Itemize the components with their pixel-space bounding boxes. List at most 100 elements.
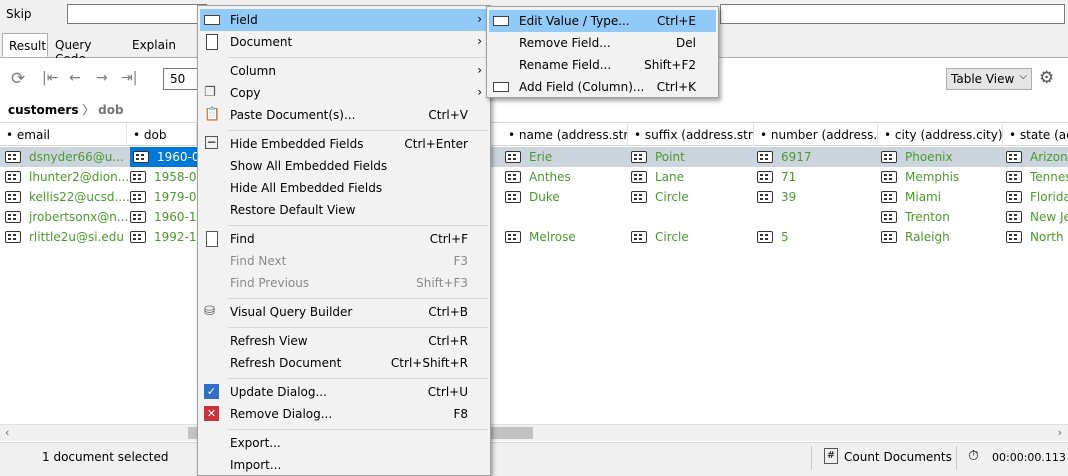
table-cell-name[interactable]: Melrose [505,227,576,247]
menu-item-refresh-document[interactable]: Refresh Document Ctrl+Shift+R [200,352,488,374]
string-type-icon [631,231,647,243]
string-type-icon [757,191,773,203]
table-cell-dob[interactable]: 1960-03 [130,147,197,167]
table-cell-state[interactable]: Arizon [1006,147,1068,167]
cell-value: 5 [781,230,789,244]
table-cell-email[interactable]: kellis22@ucsd.... [5,187,130,207]
menu-item-refresh-view[interactable]: Refresh View Ctrl+R [200,330,488,352]
menu-item-export[interactable]: Export... [200,432,488,454]
scroll-right-icon[interactable]: › [1058,426,1062,439]
view-mode-value: Table View [951,72,1015,86]
breadcrumb-field[interactable]: dob [98,103,123,117]
menu-item-find-previous[interactable]: Find Previous Shift+F3 [200,272,488,294]
menu-item-paste-documents[interactable]: 📋 Paste Document(s)... Ctrl+V [200,104,488,126]
string-type-icon [1006,171,1022,183]
tab-query-code[interactable]: Query Code [49,33,125,66]
table-cell-city[interactable]: Raleigh [881,227,950,247]
menu-item-document[interactable]: Document › [200,31,488,53]
menu-item-label: Show All Embedded Fields [230,159,388,173]
last-page-icon[interactable]: ⇥| [121,70,137,86]
menu-shortcut: Ctrl+K [656,80,696,94]
column-header-dob[interactable]: • dob [127,124,197,146]
menu-item-import[interactable]: Import... [200,454,488,476]
menu-item-column[interactable]: Column › [200,60,488,82]
table-cell-number[interactable]: 5 [757,227,789,247]
tab-result[interactable]: Result [2,33,48,57]
count-documents-icon[interactable]: # [824,448,838,464]
menu-item-copy[interactable]: ❐ Copy › [200,82,488,104]
menu-shortcut: Shift+F3 [416,276,468,290]
table-cell-email[interactable]: rlittle2u@si.edu [5,227,124,247]
table-cell-state[interactable]: North [1006,227,1064,247]
table-cell-state[interactable]: Tennes [1006,167,1068,187]
menu-item-find[interactable]: Find Ctrl+F [200,228,488,250]
menu-item-find-next[interactable]: Find Next F3 [200,250,488,272]
table-cell-city[interactable]: Miami [881,187,941,207]
menu-item-hide-embedded-fields[interactable]: − Hide Embedded Fields Ctrl+Enter [200,133,488,155]
column-header-email[interactable]: • email [0,124,127,146]
table-cell-email[interactable]: jrobertsonx@n... [5,207,128,227]
column-header-state[interactable]: • state (add [1003,124,1068,146]
table-cell-city[interactable]: Trenton [881,207,950,227]
table-cell-suffix[interactable]: Circle [631,227,689,247]
string-type-icon [130,211,146,223]
gear-icon[interactable]: ⚙ [1039,68,1054,88]
submenu-item-edit-value-type[interactable]: Edit Value / Type... Ctrl+E [489,10,716,32]
table-cell-name[interactable]: Erie [505,147,552,167]
table-cell-number[interactable]: 39 [757,187,796,207]
table-cell-city[interactable]: Memphis [881,167,959,187]
table-cell-suffix[interactable]: Lane [631,167,684,187]
string-type-icon [5,211,21,223]
table-cell-state[interactable]: Florida [1006,187,1068,207]
column-header-number[interactable]: • number (address.... [754,124,878,146]
menu-item-label: Remove Field... [519,36,611,50]
menu-item-restore-default-view[interactable]: Restore Default View [200,199,488,221]
horizontal-scrollbar[interactable]: ‹ › [0,424,1068,441]
limit-input[interactable] [720,4,1065,24]
count-documents-button[interactable]: Count Documents [844,450,952,464]
column-header-city[interactable]: • city (address.city) [878,124,1003,146]
string-type-icon [130,191,146,203]
table-cell-dob[interactable]: 1992-10 [130,227,204,247]
submenu-item-add-field-column[interactable]: Add Field (Column)... Ctrl+K [489,76,716,98]
table-cell-dob[interactable]: 1979-03 [130,187,204,207]
scroll-left-icon[interactable]: ‹ [5,426,9,439]
cell-value: 1960-03 [157,150,197,164]
next-page-icon[interactable]: → [96,70,108,86]
table-cell-dob[interactable]: 1960-10 [130,207,204,227]
menu-item-field[interactable]: Field › [200,9,488,31]
find-icon [206,231,218,247]
skip-input[interactable] [67,4,207,24]
menu-item-label: Rename Field... [519,58,612,72]
string-type-icon [881,231,897,243]
column-header-suffix[interactable]: • suffix (address.str... [628,124,754,146]
breadcrumb-collection[interactable]: customers [8,103,78,117]
menu-item-update-dialog[interactable]: ✓ Update Dialog... Ctrl+U [200,381,488,403]
cell-value: Phoenix [905,150,953,164]
menu-item-remove-dialog[interactable]: ✕ Remove Dialog... F8 [200,403,488,425]
table-cell-email[interactable]: lhunter2@dion... [5,167,129,187]
menu-separator [228,429,488,430]
table-cell-number[interactable]: 6917 [757,147,812,167]
submenu-item-rename-field[interactable]: Rename Field... Shift+F2 [489,54,716,76]
table-cell-name[interactable]: Anthes [505,167,571,187]
first-page-icon[interactable]: |⇤ [42,70,58,86]
menu-item-hide-all-embedded-fields[interactable]: Hide All Embedded Fields [200,177,488,199]
table-cell-suffix[interactable]: Point [631,147,685,167]
submenu-item-remove-field[interactable]: Remove Field... Del [489,32,716,54]
table-cell-dob[interactable]: 1958-01 [130,167,204,187]
table-cell-city[interactable]: Phoenix [881,147,953,167]
refresh-icon[interactable]: ⟳ [11,69,25,89]
menu-item-visual-query-builder[interactable]: ⛁ Visual Query Builder Ctrl+B [200,301,488,323]
column-header-name[interactable]: • name (address.str... [502,124,628,146]
table-cell-state[interactable]: New Je [1006,207,1068,227]
string-type-icon [631,191,647,203]
view-mode-select[interactable]: Table View ⌵ [946,68,1032,90]
table-cell-name[interactable]: Duke [505,187,560,207]
tab-explain[interactable]: Explain [126,33,178,57]
previous-page-icon[interactable]: ← [69,70,81,86]
menu-item-show-all-embedded-fields[interactable]: Show All Embedded Fields [200,155,488,177]
table-cell-email[interactable]: dsnyder66@u... [5,147,124,167]
table-cell-suffix[interactable]: Circle [631,187,689,207]
table-cell-number[interactable]: 71 [757,167,796,187]
